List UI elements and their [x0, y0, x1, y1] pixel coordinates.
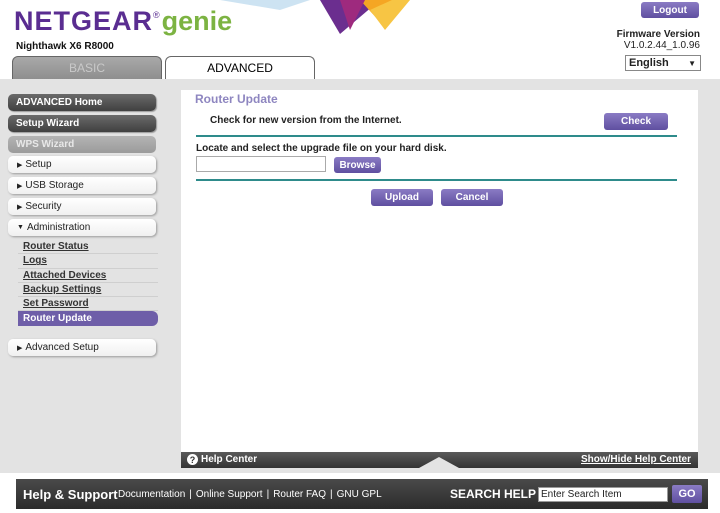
sidebar-item-router-update[interactable]: Router Update [18, 311, 158, 326]
gnu-gpl-link[interactable]: GNU GPL [337, 489, 382, 500]
tab-basic[interactable]: BASIC [12, 56, 162, 79]
triangle-right-icon: ▶ [17, 344, 23, 352]
language-value: English [629, 57, 669, 69]
triangle-right-icon: ▶ [17, 203, 23, 211]
documentation-link[interactable]: Documentation [118, 489, 185, 500]
sidebar-usb-storage-label: USB Storage [25, 180, 84, 191]
firmware-label: Firmware Version [616, 29, 700, 40]
search-help-label: SEARCH HELP [450, 487, 537, 501]
sidebar-advanced-setup-label: Advanced Setup [25, 342, 99, 353]
help-center-link[interactable]: ? Help Center [187, 454, 257, 465]
sidebar-setup-wizard[interactable]: Setup Wizard [8, 115, 156, 132]
sidebar-wps-wizard[interactable]: WPS Wizard [8, 136, 156, 153]
sidebar-item-set-password[interactable]: Set Password [18, 297, 158, 312]
chevron-down-icon: ▼ [688, 58, 696, 68]
divider [196, 135, 677, 137]
tab-advanced[interactable]: ADVANCED [165, 56, 315, 79]
sidebar-advanced-setup[interactable]: ▶ Advanced Setup [8, 339, 156, 356]
sidebar-security[interactable]: ▶ Security [8, 198, 156, 215]
go-button[interactable]: GO [672, 485, 702, 503]
help-question-icon: ? [187, 454, 198, 465]
triangle-right-icon: ▶ [17, 182, 23, 190]
sidebar-usb-storage[interactable]: ▶ USB Storage [8, 177, 156, 194]
help-bar: ? Help Center Show/Hide Help Center [181, 452, 698, 468]
firmware-version: V1.0.2.44_1.0.96 [623, 40, 700, 51]
sidebar-item-attached-devices[interactable]: Attached Devices [18, 269, 158, 283]
browse-button[interactable]: Browse [334, 157, 381, 173]
logout-button[interactable]: Logout [641, 2, 699, 18]
sidebar-item-backup-settings[interactable]: Backup Settings [18, 283, 158, 298]
content-panel: Router Update Check for new version from… [181, 90, 698, 452]
sidebar-item-router-status[interactable]: Router Status [18, 240, 158, 255]
footer-title: Help & Support [23, 487, 118, 502]
sidebar-administration-label: Administration [26, 222, 91, 233]
sidebar-setup[interactable]: ▶ Setup [8, 156, 156, 173]
brand-name: NETGEAR [14, 6, 154, 36]
administration-submenu: Router Status Logs Attached Devices Back… [18, 240, 158, 326]
help-toggle-arrow-icon[interactable] [419, 457, 459, 468]
decorative-banner-icon [220, 0, 410, 34]
netgear-genie-logo: NETGEAR ® genie [14, 6, 233, 36]
upgrade-file-input[interactable] [196, 156, 326, 172]
help-center-label: Help Center [201, 454, 258, 465]
online-support-link[interactable]: Online Support [196, 489, 263, 500]
header: NETGEAR ® genie Nighthawk X6 R8000 Logou… [0, 0, 720, 80]
footer-links: Documentation | Online Support | Router … [118, 489, 382, 500]
sidebar-advanced-home[interactable]: ADVANCED Home [8, 94, 156, 111]
triangle-down-icon: ▼ [17, 224, 24, 231]
divider [196, 179, 677, 181]
search-input[interactable] [538, 487, 668, 502]
footer: Help & Support Documentation | Online Su… [16, 479, 708, 509]
check-button[interactable]: Check [604, 113, 668, 130]
sidebar-setup-label: Setup [25, 159, 52, 170]
triangle-right-icon: ▶ [17, 161, 23, 169]
show-hide-help-link[interactable]: Show/Hide Help Center [581, 454, 691, 465]
router-faq-link[interactable]: Router FAQ [273, 489, 326, 500]
sidebar-item-logs[interactable]: Logs [18, 254, 158, 269]
sidebar-security-label: Security [25, 201, 62, 212]
page-title: Router Update [195, 92, 278, 106]
language-select[interactable]: English ▼ [625, 55, 701, 71]
upload-button[interactable]: Upload [371, 189, 433, 206]
locate-description: Locate and select the upgrade file on yo… [196, 143, 447, 154]
cancel-button[interactable]: Cancel [441, 189, 503, 206]
sidebar-administration[interactable]: ▼ Administration [8, 219, 156, 236]
router-model: Nighthawk X6 R8000 [16, 41, 114, 52]
check-description: Check for new version from the Internet. [210, 115, 402, 126]
